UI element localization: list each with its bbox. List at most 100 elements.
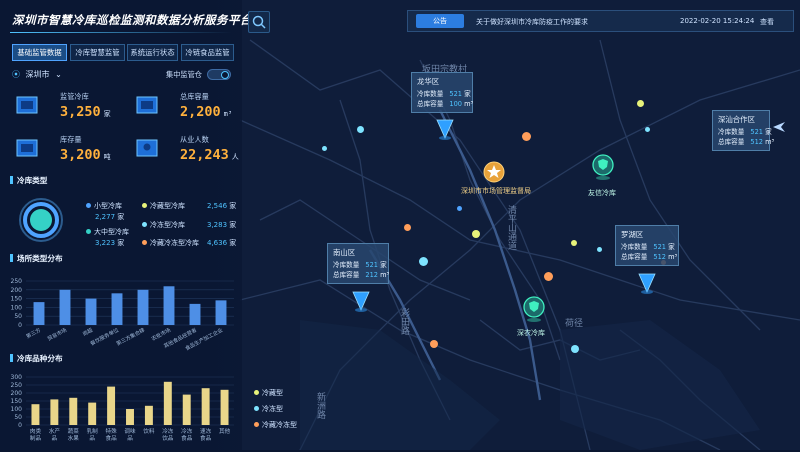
city-value: 深圳市 [25, 70, 50, 79]
map-marker[interactable] [472, 230, 480, 238]
district-popup-longhua[interactable]: 龙华区 冷库数量 521 家 总库容量 100 m³ [411, 72, 473, 113]
bar[interactable] [69, 397, 78, 425]
bar[interactable] [33, 302, 45, 325]
toggle-knob [221, 71, 229, 79]
staff-cube-icon [136, 139, 158, 157]
location-pin-icon: ⦿ [12, 70, 20, 79]
stat-number: 3,250 [60, 104, 101, 120]
popup-unit: m³ [464, 100, 474, 108]
y-tick-label: 150 [11, 398, 23, 405]
concentrated-warehouse-toggle[interactable] [207, 69, 231, 80]
cold-type-name: 大中型冷库 [94, 228, 129, 236]
map-marker[interactable] [322, 146, 327, 151]
map-marker[interactable] [544, 272, 553, 281]
x-tick-label: 品 [127, 435, 133, 442]
bar[interactable] [144, 405, 153, 425]
notice-text[interactable]: 关于做好深圳市冷库防疫工作的要求 [476, 17, 588, 27]
shield-marker-icon[interactable] [591, 153, 615, 181]
y-tick-label: 50 [14, 313, 22, 320]
bar[interactable] [126, 409, 134, 425]
youxin-label: 友信冷库 [588, 189, 616, 197]
y-tick-label: 100 [11, 304, 23, 311]
bar[interactable] [88, 402, 97, 425]
location-cone-icon[interactable] [436, 118, 454, 140]
bar[interactable] [201, 388, 210, 425]
bar[interactable] [85, 298, 97, 325]
map-marker[interactable] [571, 240, 577, 246]
bar[interactable] [163, 381, 172, 425]
bar[interactable] [107, 386, 116, 425]
tab-cold-chain-food[interactable]: 冷链食品监管 [181, 44, 234, 61]
popup-label: 冷库数量 [621, 243, 648, 251]
x-tick-label: 贸易市场 [46, 326, 68, 343]
star-marker-icon[interactable] [483, 161, 505, 183]
map-marker[interactable] [457, 206, 462, 211]
x-tick-label: 调味 [124, 427, 136, 435]
map-legend-item[interactable]: 冷冻型 [254, 404, 297, 414]
stat-value: 22,243 人 [180, 147, 239, 163]
map-marker[interactable] [419, 257, 428, 266]
map-marker[interactable] [522, 132, 531, 141]
location-cone-icon[interactable] [352, 290, 370, 312]
cold-type-item: 冷冻型冷库 [142, 220, 185, 230]
notice-view-link[interactable]: 查看 [760, 17, 774, 27]
map-marker[interactable] [645, 127, 650, 132]
legend-label: 冷藏型 [262, 389, 283, 397]
cold-type-unit: 家 [229, 202, 237, 210]
x-tick-label: 乳制 [87, 427, 99, 435]
map-legend-item[interactable]: 冷藏型 [254, 388, 297, 398]
tab-basic-data[interactable]: 基础监管数据 [12, 44, 67, 61]
bar[interactable] [59, 289, 71, 325]
cold-type-name: 冷藏冷冻型冷库 [150, 239, 199, 247]
send-arrow-icon[interactable] [772, 120, 786, 134]
bar[interactable] [189, 303, 201, 325]
bar[interactable] [215, 300, 227, 325]
map-legend-item[interactable]: 冷藏冷冻型 [254, 420, 297, 430]
y-tick-label: 0 [18, 422, 22, 429]
cold-type-unit: 家 [117, 239, 125, 247]
legend-dot [254, 406, 259, 411]
map-marker[interactable] [571, 345, 579, 353]
map-marker[interactable] [357, 126, 364, 133]
section-title-cold-types: 冷库类型 [10, 175, 47, 186]
stat-unit: 吨 [103, 153, 111, 161]
bar[interactable] [111, 293, 123, 325]
search-button[interactable] [248, 11, 270, 33]
popup-value: 521 [653, 243, 666, 251]
city-selector[interactable]: ⦿ 深圳市 ⌄ [12, 69, 62, 80]
map-marker[interactable] [430, 340, 438, 348]
stat-number: 22,243 [180, 147, 229, 163]
popup-value: 512 [653, 253, 666, 261]
bar[interactable] [163, 286, 175, 325]
district-popup-nanshan[interactable]: 南山区 冷库数量 521 家 总库容量 212 m³ [327, 243, 389, 284]
popup-value: 212 [365, 271, 378, 279]
cold-type-item: 小型冷库 [86, 201, 122, 211]
popup-name: 深汕合作区 [718, 115, 755, 124]
map-marker[interactable] [597, 247, 602, 252]
stat-value: 3,200 吨 [60, 147, 111, 163]
x-tick-label: 速冻 [200, 427, 212, 435]
x-tick-label: 食品 [105, 434, 117, 442]
x-tick-label: 餐饮服务单位 [89, 326, 120, 348]
stat-number: 3,200 [60, 147, 101, 163]
cold-type-number: 4,636 [207, 239, 228, 247]
notice-bar: 公告 关于做好深圳市冷库防疫工作的要求 2022-02-20 15:24:24 … [407, 10, 794, 32]
tab-system-status[interactable]: 系统运行状态 [127, 44, 178, 61]
map-marker[interactable] [637, 100, 644, 107]
bar[interactable] [31, 404, 40, 425]
cold-type-unit: 家 [229, 239, 237, 247]
shield-marker-icon[interactable] [522, 295, 546, 323]
x-tick-label: 第三方集合肆 [115, 326, 146, 348]
bar[interactable] [50, 399, 59, 425]
cold-type-unit: 家 [229, 221, 237, 229]
bar[interactable] [137, 289, 149, 325]
location-cone-icon[interactable] [638, 272, 656, 294]
bar[interactable] [220, 389, 229, 425]
map-marker[interactable] [404, 224, 411, 231]
cold-type-unit: 家 [117, 213, 125, 221]
district-popup-shenshan[interactable]: 深汕合作区 冷库数量 521 家 总库容量 512 m³ [712, 110, 774, 151]
tab-smart-supervision[interactable]: 冷库智慧监管 [70, 44, 125, 61]
district-popup-luohu[interactable]: 罗湖区 冷库数量 521 家 总库容量 512 m³ [615, 225, 679, 266]
bar[interactable] [182, 394, 191, 425]
popup-unit: m³ [765, 138, 775, 146]
